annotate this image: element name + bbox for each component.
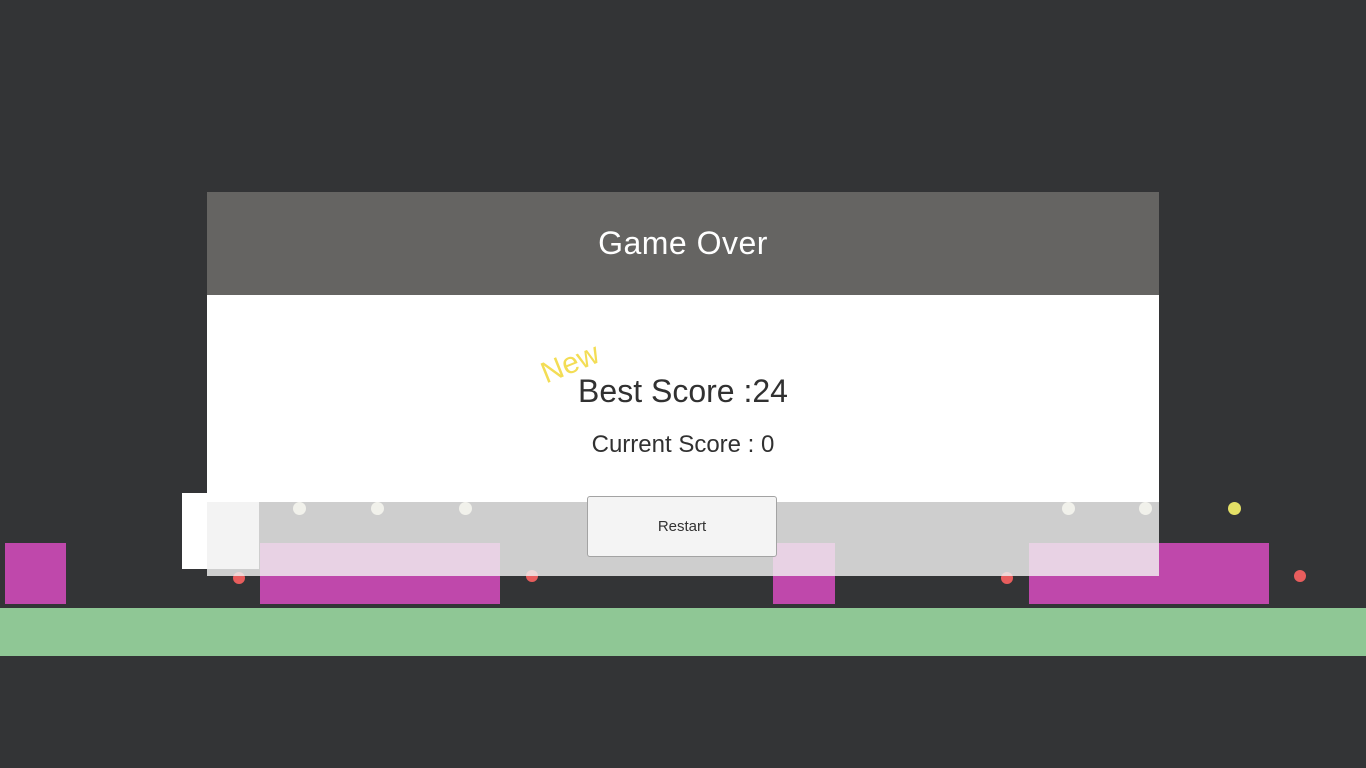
game-over-panel: Game Over Best Score :24 New Current Sco… <box>207 192 1159 576</box>
coin <box>1228 502 1241 515</box>
obstacle-block <box>5 543 66 604</box>
ground <box>0 608 1366 656</box>
game-stage: Game Over Best Score :24 New Current Sco… <box>0 0 1366 768</box>
restart-button[interactable]: Restart <box>587 496 777 557</box>
hazard-dot <box>1294 570 1306 582</box>
best-score-label: Best Score :24 <box>578 373 788 409</box>
current-score-label: Current Score : 0 <box>591 431 775 458</box>
panel-header: Game Over <box>207 192 1159 295</box>
panel-body: Best Score :24 New Current Score : 0 <box>207 295 1159 502</box>
game-over-title: Game Over <box>598 225 768 261</box>
